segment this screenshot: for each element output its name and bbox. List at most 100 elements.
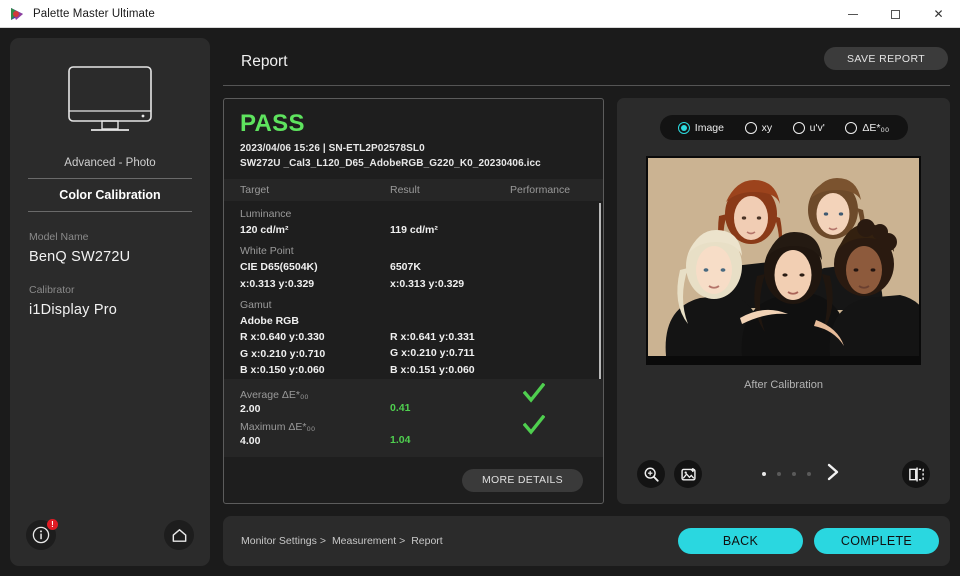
pagination-dot-2[interactable] bbox=[777, 472, 781, 476]
group-label-luminance: Luminance bbox=[240, 208, 587, 220]
report-card: PASS 2023/04/06 15:26 | SN-ETL2P02578SL0… bbox=[223, 98, 604, 504]
report-scrollbar-thumb[interactable] bbox=[599, 203, 601, 379]
report-table-header: Target Result Performance bbox=[224, 179, 603, 201]
report-table-body: Luminance 120 cd/m² 119 cd/m² White Poin… bbox=[224, 201, 603, 379]
content-row: PASS 2023/04/06 15:26 | SN-ETL2P02578SL0… bbox=[223, 86, 950, 504]
status-badge: PASS bbox=[240, 111, 587, 136]
radio-unselected-icon bbox=[845, 122, 857, 134]
calibrator-value: i1Display Pro bbox=[29, 302, 194, 318]
sidebar-section-title: Color Calibration bbox=[28, 179, 192, 212]
column-header-performance: Performance bbox=[510, 184, 587, 196]
table-row: Maximum ΔE*₀₀ 4.00 1.04 bbox=[240, 415, 587, 447]
preview-image bbox=[646, 156, 921, 365]
maximize-button[interactable] bbox=[874, 0, 917, 28]
maximum-delta-e-label: Maximum ΔE*₀₀ bbox=[240, 421, 390, 433]
more-details-button[interactable]: MORE DETAILS bbox=[462, 469, 583, 492]
view-mode-xy[interactable]: xy bbox=[745, 122, 773, 134]
home-button[interactable] bbox=[164, 520, 194, 550]
view-mode-image[interactable]: Image bbox=[678, 122, 724, 134]
radio-unselected-icon bbox=[793, 122, 805, 134]
result-value-gamut-g: G x:0.210 y:0.711 bbox=[390, 345, 550, 361]
radio-selected-icon bbox=[678, 122, 690, 134]
report-card-footer: MORE DETAILS bbox=[224, 457, 603, 503]
pass-check-icon bbox=[523, 383, 545, 408]
view-mode-xy-label: xy bbox=[762, 122, 773, 134]
model-name-value: BenQ SW272U bbox=[29, 249, 194, 265]
average-delta-e-label: Average ΔE*₀₀ bbox=[240, 389, 390, 401]
view-mode-delta-e-label: ΔE*₀₀ bbox=[862, 122, 889, 134]
back-button[interactable]: BACK bbox=[678, 528, 803, 554]
footer-buttons: BACK COMPLETE bbox=[678, 528, 939, 554]
pass-check-icon bbox=[523, 415, 545, 440]
table-row: Luminance 120 cd/m² 119 cd/m² bbox=[224, 201, 603, 238]
main-content: Report SAVE REPORT PASS 2023/04/06 15:26… bbox=[223, 38, 950, 566]
result-value-gamut-r: R x:0.641 y:0.331 bbox=[390, 329, 550, 345]
report-scrollbar[interactable] bbox=[597, 201, 603, 379]
breadcrumb-separator: > bbox=[399, 535, 405, 547]
view-mode-delta-e[interactable]: ΔE*₀₀ bbox=[845, 122, 889, 134]
window-title: Palette Master Ultimate bbox=[33, 8, 155, 20]
delta-e-section: Average ΔE*₀₀ 2.00 0.41 Maximum ΔE*₀₀ bbox=[224, 379, 603, 457]
pagination-dot-4[interactable] bbox=[807, 472, 811, 476]
pagination-dot-1[interactable] bbox=[762, 472, 766, 476]
app-body: Advanced - Photo Color Calibration Model… bbox=[0, 28, 960, 576]
result-value-luminance: 119 cd/m² bbox=[390, 222, 550, 238]
close-button[interactable]: ✕ bbox=[917, 0, 960, 28]
minimize-icon bbox=[848, 14, 858, 15]
group-label-gamut: Gamut bbox=[240, 299, 587, 311]
complete-button[interactable]: COMPLETE bbox=[814, 528, 939, 554]
sidebar-footer: ! bbox=[10, 504, 210, 566]
add-image-button[interactable] bbox=[674, 460, 702, 488]
breadcrumb-item-monitor-settings[interactable]: Monitor Settings bbox=[241, 535, 317, 547]
target-value-whitepoint-1: CIE D65(6504K) bbox=[240, 259, 390, 275]
profile-mode-label: Advanced - Photo bbox=[28, 157, 192, 179]
info-icon bbox=[32, 526, 50, 544]
table-row: White Point CIE D65(6504K) x:0.313 y:0.3… bbox=[224, 238, 603, 292]
save-report-button[interactable]: SAVE REPORT bbox=[824, 47, 948, 70]
home-icon bbox=[170, 526, 189, 545]
zoom-button[interactable] bbox=[637, 460, 665, 488]
target-value-whitepoint-2: x:0.313 y:0.329 bbox=[240, 276, 390, 292]
preview-caption: After Calibration bbox=[744, 379, 823, 391]
info-badge: ! bbox=[47, 519, 58, 530]
info-button[interactable]: ! bbox=[26, 520, 56, 550]
average-delta-e-target: 2.00 bbox=[240, 403, 390, 415]
footer-bar: Monitor Settings> Measurement> Report BA… bbox=[223, 516, 950, 566]
view-mode-uv[interactable]: u'v' bbox=[793, 122, 825, 134]
minimize-button[interactable] bbox=[831, 0, 874, 28]
close-icon: ✕ bbox=[933, 8, 943, 20]
average-delta-e-result: 0.41 bbox=[390, 402, 510, 415]
report-profile-file: SW272U _Cal3_L120_D65_AdobeRGB_G220_K0_2… bbox=[240, 158, 587, 169]
column-header-target: Target bbox=[240, 184, 390, 196]
window-titlebar: Palette Master Ultimate ✕ bbox=[0, 0, 960, 28]
next-image-button[interactable] bbox=[825, 462, 842, 487]
maximum-delta-e-result: 1.04 bbox=[390, 434, 510, 447]
view-mode-image-label: Image bbox=[695, 122, 724, 134]
monitor-icon bbox=[64, 64, 156, 141]
maximize-icon bbox=[891, 10, 900, 19]
table-row: Gamut Adobe RGB R x:0.640 y:0.330 G x:0.… bbox=[224, 292, 603, 378]
target-value-gamut-0: Adobe RGB bbox=[240, 313, 390, 329]
target-value-gamut-b: B x:0.150 y:0.060 bbox=[240, 362, 390, 378]
page-header: Report SAVE REPORT bbox=[223, 38, 950, 86]
breadcrumb: Monitor Settings> Measurement> Report bbox=[241, 535, 443, 547]
window-controls: ✕ bbox=[831, 0, 960, 28]
maximum-delta-e-target: 4.00 bbox=[240, 435, 390, 447]
app-logo-icon bbox=[9, 6, 25, 22]
view-mode-radio-group: Image xy u'v' ΔE*₀₀ bbox=[660, 115, 908, 140]
target-value-luminance: 120 cd/m² bbox=[240, 222, 390, 238]
breadcrumb-item-measurement[interactable]: Measurement bbox=[332, 535, 396, 547]
pagination-dot-3[interactable] bbox=[792, 472, 796, 476]
preview-pagination bbox=[702, 462, 902, 487]
calibrator-label: Calibrator bbox=[29, 284, 194, 296]
preview-controls bbox=[617, 460, 950, 488]
result-value-whitepoint-2: x:0.313 y:0.329 bbox=[390, 276, 550, 292]
page-title: Report bbox=[241, 53, 288, 71]
model-name-label: Model Name bbox=[29, 231, 194, 243]
breadcrumb-item-report[interactable]: Report bbox=[411, 535, 443, 547]
compare-button[interactable] bbox=[902, 460, 930, 488]
sidebar: Advanced - Photo Color Calibration Model… bbox=[10, 38, 210, 566]
breadcrumb-separator: > bbox=[320, 535, 326, 547]
table-row: Average ΔE*₀₀ 2.00 0.41 bbox=[240, 383, 587, 415]
report-timestamp: 2023/04/06 15:26 | SN-ETL2P02578SL0 bbox=[240, 143, 587, 154]
